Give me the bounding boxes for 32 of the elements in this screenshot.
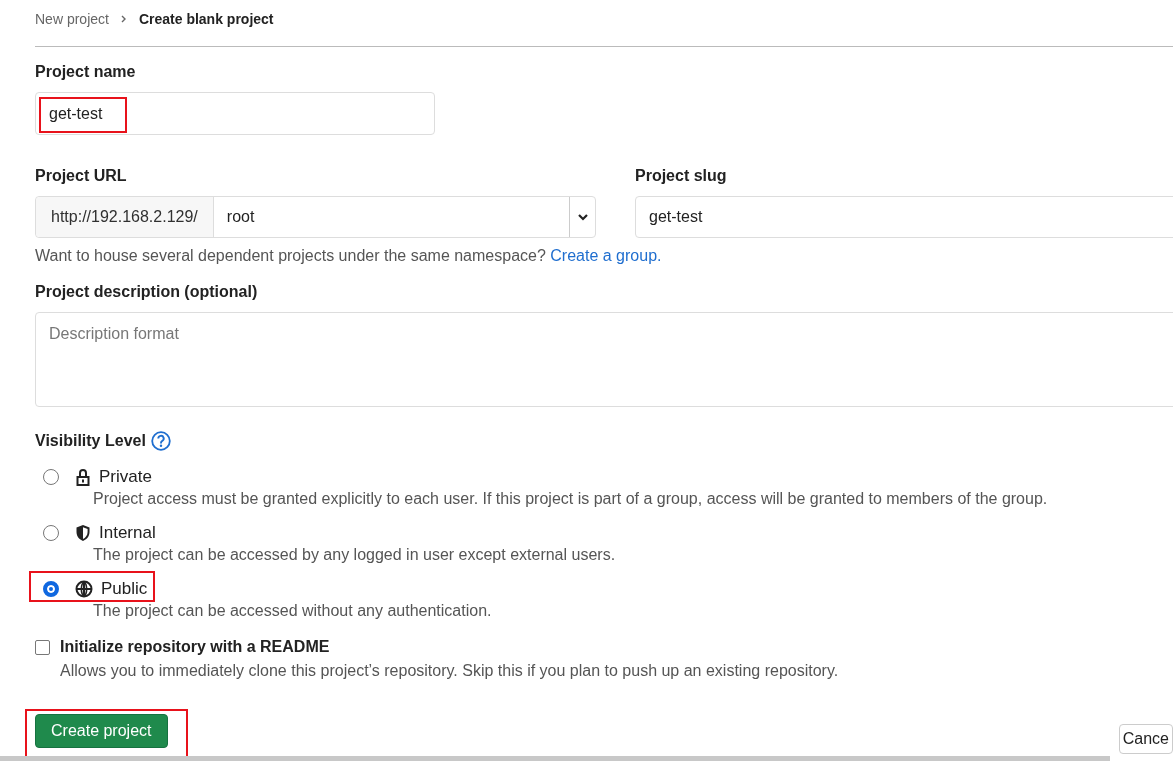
field-label: Project slug — [635, 167, 728, 185]
checkbox-label: Initialize repository with a README — [60, 638, 330, 656]
radio-button[interactable] — [43, 469, 59, 485]
option-description: The project can be accessed by any logged in user except external users. — [93, 546, 617, 564]
description-field[interactable]: Description format — [35, 312, 1173, 407]
radio-button[interactable] — [43, 581, 59, 597]
option-label: Internal — [99, 523, 156, 543]
field-label: Project name — [35, 63, 137, 81]
field-label: Project description (optional) — [35, 283, 259, 301]
create-group-link[interactable]: Create a group. — [550, 247, 662, 264]
help-icon[interactable] — [150, 431, 171, 451]
section-label: Visibility Level — [35, 432, 146, 450]
chevron-right-icon — [120, 14, 127, 23]
create-button[interactable]: Create project — [35, 714, 168, 748]
name-field[interactable]: get-test — [35, 92, 435, 135]
shield-icon — [75, 524, 91, 542]
option-label: Public — [101, 579, 148, 599]
breadcrumb-item[interactable]: New project — [35, 10, 109, 27]
help-text: Want to house several dependent projects under the same namespace? Create a group. — [35, 247, 663, 265]
radio-button[interactable] — [43, 525, 59, 541]
option-description: Project access must be granted explicitly to each user. If this project is part of a group, access will be granted to members of the group. — [93, 490, 1049, 508]
field-label: Project URL — [35, 167, 128, 185]
lock-icon — [75, 468, 91, 486]
breadcrumb-item: Create blank project — [138, 10, 274, 27]
option-description: The project can be accessed without any authentication. — [93, 602, 493, 620]
slug-field[interactable]: get-test — [635, 196, 1173, 238]
cancel-button[interactable]: Cance — [1118, 724, 1173, 754]
checkbox[interactable] — [35, 639, 50, 655]
globe-icon — [75, 580, 93, 598]
option-label: Private — [99, 467, 152, 487]
scrollbar[interactable] — [0, 756, 1110, 761]
checkbox-description: Allows you to immediately clone this project’s repository. Skip this if you plan to push up an existing repository. — [60, 662, 840, 680]
